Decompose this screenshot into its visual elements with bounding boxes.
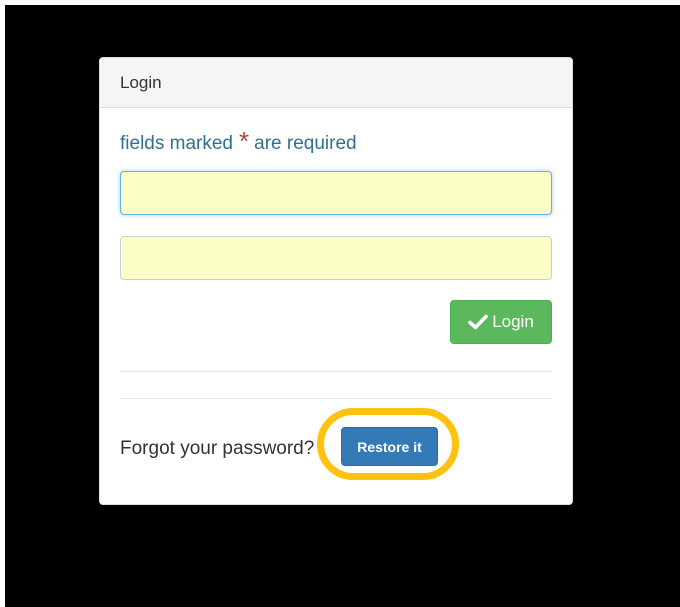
forgot-password-text: Forgot your password? xyxy=(120,438,315,459)
required-asterisk: * xyxy=(239,126,250,156)
required-note-prefix: fields marked xyxy=(120,132,233,154)
login-panel: Login fields marked * are required Login… xyxy=(99,57,573,505)
username-input[interactable] xyxy=(120,171,552,215)
check-icon xyxy=(468,314,488,330)
divider xyxy=(120,398,552,399)
screen-backdrop: Login fields marked * are required Login… xyxy=(5,5,680,607)
panel-heading: Login xyxy=(100,58,572,108)
required-note-suffix: are required xyxy=(254,132,357,154)
divider xyxy=(120,371,552,372)
restore-password-button[interactable]: Restore it xyxy=(341,427,438,466)
password-input[interactable] xyxy=(120,236,552,280)
login-button[interactable]: Login xyxy=(450,300,552,344)
login-button-label: Login xyxy=(492,312,534,331)
required-fields-note: fields marked * are required xyxy=(120,126,357,159)
panel-title: Login xyxy=(120,72,162,92)
